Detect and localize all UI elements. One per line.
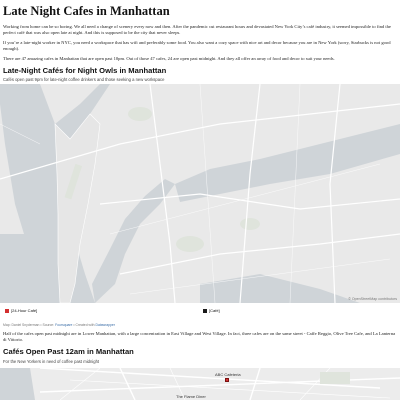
article-title: Late Night Cafes in Manhattan (3, 4, 170, 18)
legend-swatch-24-hour (5, 308, 9, 313)
source-prefix: Map: Daniel Snyderman • Source: (3, 323, 55, 327)
map-source-line: Map: Daniel Snyderman • Source: Foursqua… (3, 323, 115, 327)
map2-label-flame-diner: The Flame Diner (176, 394, 206, 399)
source-link-foursquare[interactable]: Foursquare (55, 323, 72, 327)
article-page: Late Night Cafes in Manhattan Working fr… (0, 0, 400, 400)
legend-label-24-hour: [24-Hour Café] (11, 308, 38, 313)
map1-basemap (0, 84, 400, 303)
source-middle: • Created with (73, 323, 95, 327)
legend-swatch-cafe (203, 308, 207, 313)
map2-subtitle: For the New Yorkers in need of coffee pa… (3, 359, 100, 364)
map1-subtitle: Cafés open past 9pm for late-night coffe… (3, 77, 165, 82)
body-paragraph-1: Half of the cafes open past midnight are… (3, 331, 396, 342)
map1-title: Late-Night Cafés for Night Owls in Manha… (3, 66, 167, 75)
legend-item-cafe[interactable]: [Café] (203, 308, 220, 313)
source-link-datawrapper[interactable]: Datawrapper (96, 323, 115, 327)
map1-canvas[interactable]: © OpenStreetMap contributors (0, 84, 400, 303)
map1-legend: [24-Hour Café] [Café] (3, 306, 397, 316)
intro-paragraph-2: If you’re a late-night worker in NYC, yo… (3, 40, 391, 51)
map2-marker-abc-cafeteria[interactable] (225, 378, 229, 382)
map2-label-abc-cafeteria: ABC Cafeteria (215, 372, 241, 377)
map2-title: Cafés Open Past 12am in Manhattan (3, 347, 134, 356)
intro-paragraph-1: Working from home can be so boring. We a… (3, 24, 391, 35)
legend-label-cafe: [Café] (209, 308, 220, 313)
map2-canvas[interactable]: ABC Cafeteria The Flame Diner (0, 368, 400, 400)
map1-attribution: © OpenStreetMap contributors (348, 297, 397, 301)
intro-paragraph-3: There are 47 amazing cafes in Manhattan … (3, 56, 335, 61)
legend-item-24-hour[interactable]: [24-Hour Café] (5, 308, 37, 313)
